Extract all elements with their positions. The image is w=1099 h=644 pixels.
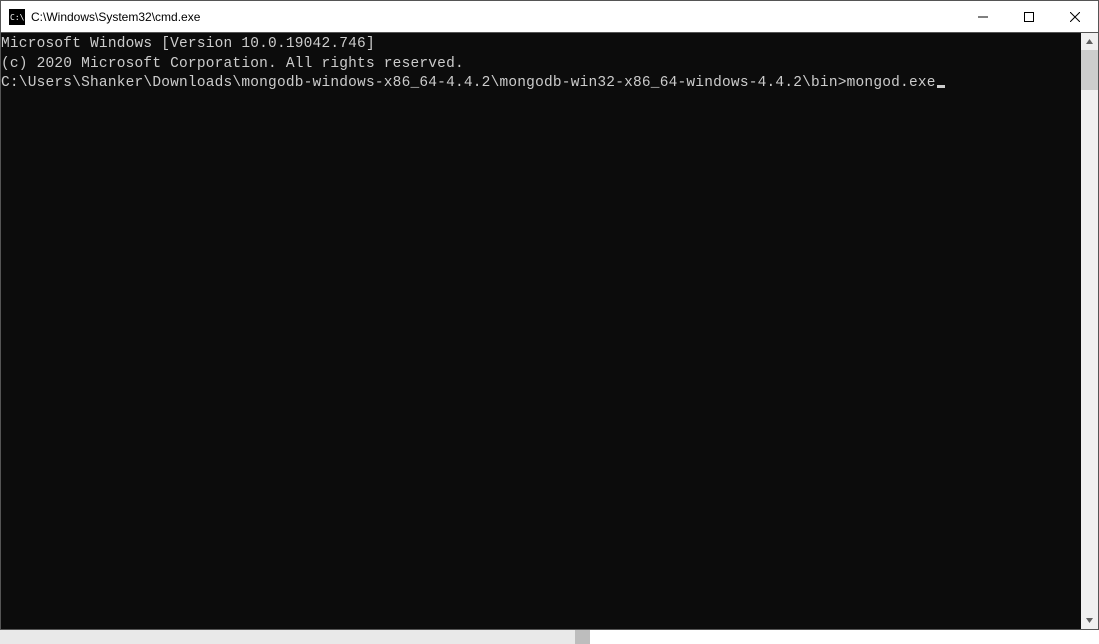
maximize-button[interactable] [1006, 1, 1052, 33]
terminal-line: C:\Users\Shanker\Downloads\mongodb-windo… [1, 74, 1081, 94]
titlebar[interactable]: C:\ C:\Windows\System32\cmd.exe [1, 1, 1098, 33]
cursor [937, 85, 945, 88]
terminal-area: Microsoft Windows [Version 10.0.19042.74… [1, 33, 1098, 629]
window-title: C:\Windows\System32\cmd.exe [31, 10, 960, 24]
taskbar-segment [0, 630, 575, 644]
vertical-scrollbar[interactable] [1081, 33, 1098, 629]
cmd-icon: C:\ [9, 9, 25, 25]
scroll-thumb[interactable] [1081, 50, 1098, 90]
svg-text:C:\: C:\ [10, 13, 25, 22]
terminal-line: Microsoft Windows [Version 10.0.19042.74… [1, 35, 1081, 55]
window-controls [960, 1, 1098, 32]
scroll-track[interactable] [1081, 50, 1098, 612]
close-button[interactable] [1052, 1, 1098, 33]
taskbar-segment [575, 630, 590, 644]
scroll-down-button[interactable] [1081, 612, 1098, 629]
scroll-up-button[interactable] [1081, 33, 1098, 50]
taskbar-sliver [0, 630, 1099, 644]
terminal-line: (c) 2020 Microsoft Corporation. All righ… [1, 55, 1081, 75]
cmd-window: C:\ C:\Windows\System32\cmd.exe Microsof… [0, 0, 1099, 630]
terminal-output[interactable]: Microsoft Windows [Version 10.0.19042.74… [1, 33, 1081, 629]
minimize-button[interactable] [960, 1, 1006, 33]
